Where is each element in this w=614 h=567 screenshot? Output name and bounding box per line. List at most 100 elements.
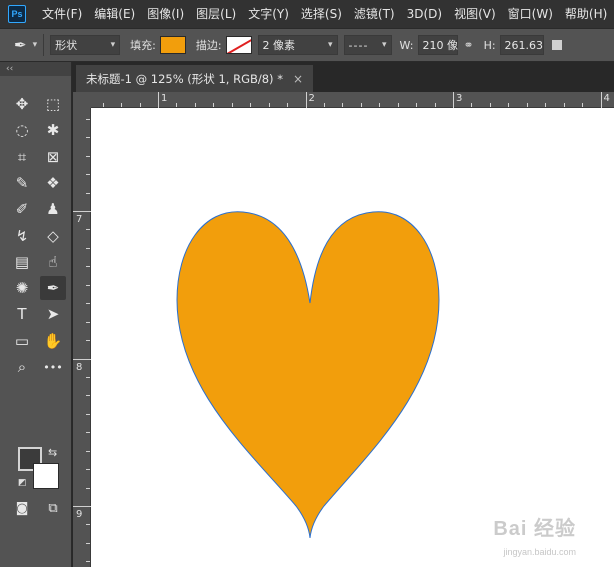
stroke-width-dropdown[interactable]: 2 像素 ▾ (257, 35, 338, 55)
collapse-panel-icon[interactable]: ‹‹ (0, 62, 71, 76)
menu-type[interactable]: 文字(Y) (242, 0, 295, 28)
document-tab-title: 未标题-1 @ 125% (形状 1, RGB/8) * (86, 71, 283, 86)
move-tool-icon[interactable]: ✥ (9, 92, 35, 116)
ruler-minor-tick (86, 432, 90, 434)
menu-image[interactable]: 图像(I) (141, 0, 190, 28)
zoom-tool-icon[interactable]: ⌕ (9, 355, 35, 379)
ruler-minor-tick (342, 103, 344, 107)
stamp-tool-icon[interactable]: ♟ (40, 197, 66, 221)
ruler-minor-tick (86, 506, 90, 507)
tool-mode-value: 形状 (55, 39, 78, 52)
ruler-minor-tick (453, 103, 454, 107)
ruler-minor-tick (86, 321, 90, 323)
ruler-minor-tick (121, 103, 123, 107)
menu-help[interactable]: 帮助(H) (559, 0, 613, 28)
chevron-down-icon: ▾ (382, 40, 387, 50)
fill-color-swatch[interactable] (159, 36, 186, 54)
crop-tool-icon[interactable]: ⌗ (9, 145, 35, 169)
lasso-tool-icon[interactable]: ◌ (9, 118, 35, 142)
pen-tool-preset-icon[interactable]: ✒ (14, 36, 27, 54)
ruler-minor-tick (86, 450, 90, 452)
horizontal-ruler[interactable]: 1 2 3 4 (91, 92, 614, 108)
menu-window[interactable]: 窗口(W) (502, 0, 559, 28)
tools-panel: ‹‹ ✥ ⬚ ◌ ✱ ⌗ ⊠ ✎ ❖ ✐ ♟ ↯ ◇ ▤ ☝ ✺ ✒ T ➤ ▭ ✋ ⌕ ••• ◙ ⧉ ⇆ ◩ (0, 62, 72, 567)
frame-tool-icon[interactable]: ⊠ (40, 145, 66, 169)
menu-filter[interactable]: 滤镜(T) (348, 0, 401, 28)
history-brush-tool-icon[interactable]: ↯ (9, 224, 35, 248)
link-icon[interactable]: ⚭ (464, 38, 474, 52)
brush-tool-icon[interactable]: ✐ (9, 197, 35, 221)
ruler-minor-tick (268, 103, 270, 107)
rectangle-tool-icon[interactable]: ▭ (9, 329, 35, 353)
ruler-minor-tick (86, 469, 90, 471)
ruler-minor-tick (176, 103, 178, 107)
menu-select[interactable]: 选择(S) (295, 0, 348, 28)
stroke-type-dropdown[interactable]: ---- ▾ (343, 35, 392, 55)
width-input[interactable]: 210 像 (417, 35, 458, 55)
vertical-ruler[interactable]: 7 8 9 (73, 108, 91, 567)
screen-mode-icon[interactable]: ⧉ (40, 496, 66, 520)
more-tools-icon[interactable]: ••• (40, 355, 66, 379)
fill-label: 填充: (130, 39, 156, 52)
stroke-color-swatch[interactable] (225, 36, 252, 54)
ruler-minor-tick (231, 103, 233, 107)
menu-view[interactable]: 视图(V) (448, 0, 502, 28)
gradient-tool-icon[interactable]: ▤ (9, 250, 35, 274)
ruler-corner (73, 92, 91, 108)
spot-heal-tool-icon[interactable]: ❖ (40, 171, 66, 195)
ruler-minor-tick (86, 266, 90, 268)
tool-mode-dropdown[interactable]: 形状 ▾ (50, 35, 121, 55)
smudge-tool-icon[interactable]: ☝ (40, 250, 66, 274)
ruler-minor-tick (86, 487, 90, 489)
pen-tool-icon[interactable]: ✒ (40, 276, 66, 301)
canvas[interactable]: Bai 经验 jingyan.baidu.com (91, 108, 614, 567)
swap-colors-icon[interactable]: ⇆ (48, 446, 57, 459)
path-ops-icon[interactable] (551, 40, 562, 50)
hand-tool-icon[interactable]: ✋ (40, 329, 66, 353)
ruler-minor-tick (86, 358, 90, 360)
eraser-tool-icon[interactable]: ◇ (40, 224, 66, 248)
ruler-minor-tick (434, 103, 436, 107)
path-select-tool-icon[interactable]: ➤ (40, 302, 66, 326)
ruler-minor-tick (86, 155, 90, 157)
default-colors-icon[interactable]: ◩ (18, 478, 27, 488)
ruler-label: 4 (603, 93, 610, 104)
ruler-minor-tick (86, 413, 90, 415)
menu-bar: Ps 文件(F) 编辑(E) 图像(I) 图层(L) 文字(Y) 选择(S) 滤… (0, 0, 614, 28)
document-tab[interactable]: 未标题-1 @ 125% (形状 1, RGB/8) * × (76, 65, 314, 92)
eyedropper-tool-icon[interactable]: ✎ (9, 171, 35, 195)
dodge-tool-icon[interactable]: ✺ (9, 276, 35, 300)
chevron-down-icon: ▾ (328, 40, 333, 50)
ruler-minor-tick (86, 376, 90, 378)
width-label: W: (399, 38, 414, 52)
watermark-url: jingyan.baidu.com (503, 547, 576, 557)
height-input[interactable]: 261.63 (499, 35, 544, 55)
ruler-minor-tick (86, 561, 90, 563)
ruler-minor-tick (158, 103, 159, 107)
background-color-swatch[interactable] (33, 463, 59, 489)
chevron-down-icon[interactable]: ▾ (33, 40, 38, 50)
ruler-label: 2 (308, 93, 315, 104)
quick-mask-icon[interactable]: ◙ (9, 496, 35, 520)
ruler-minor-tick (102, 103, 104, 107)
ruler-minor-tick (416, 103, 418, 107)
ruler-label: 9 (76, 509, 83, 520)
ruler-label: 1 (161, 93, 168, 104)
ruler-label: 3 (456, 93, 463, 104)
ruler-minor-tick (86, 192, 90, 194)
ruler-minor-tick (86, 137, 90, 139)
menu-layer[interactable]: 图层(L) (190, 0, 242, 28)
close-icon[interactable]: × (293, 72, 303, 86)
heart-shape[interactable] (176, 211, 440, 539)
menu-edit[interactable]: 编辑(E) (88, 0, 141, 28)
ruler-minor-tick (287, 103, 289, 107)
ruler-minor-tick (526, 103, 528, 107)
menu-3d[interactable]: 3D(D) (401, 0, 448, 28)
marquee-tool-icon[interactable]: ⬚ (40, 92, 66, 116)
menu-file[interactable]: 文件(F) (36, 0, 88, 28)
canvas-svg (176, 211, 440, 539)
quick-select-tool-icon[interactable]: ✱ (40, 118, 66, 142)
type-tool-icon[interactable]: T (9, 302, 35, 326)
chevron-down-icon: ▾ (110, 40, 116, 50)
height-label: H: (483, 38, 496, 52)
